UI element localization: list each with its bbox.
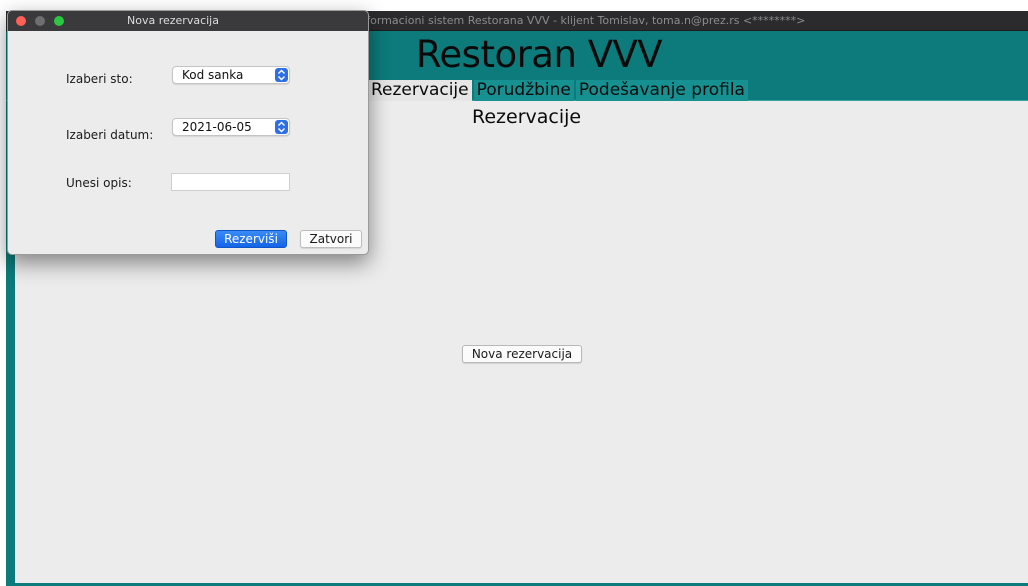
tab-bar: Rezervacije Porudžbine Podešavanje profi… — [368, 80, 750, 101]
updown-arrows-icon — [275, 120, 288, 134]
tab-rezervacije[interactable]: Rezervacije — [368, 80, 472, 101]
new-reservation-button[interactable]: Nova rezervacija — [462, 345, 582, 363]
reserve-button[interactable]: Rezerviši — [215, 230, 287, 248]
tab-porudzbine[interactable]: Porudžbine — [473, 80, 574, 101]
table-label: Izaberi sto: — [66, 72, 133, 86]
section-title: Rezervacije — [472, 106, 582, 128]
date-select[interactable]: 2021-06-05 — [172, 118, 290, 136]
description-label: Unesi opis: — [66, 176, 132, 190]
table-select[interactable]: Kod sanka — [172, 66, 290, 84]
tab-podesavanje-profila[interactable]: Podešavanje profila — [575, 80, 748, 101]
dialog-titlebar[interactable]: Nova rezervacija — [8, 11, 368, 31]
date-label: Izaberi datum: — [66, 128, 154, 142]
dialog-title: Nova rezervacija — [127, 14, 219, 27]
description-input[interactable] — [171, 173, 290, 191]
main-window-title: Informacioni sistem Restorana VVV - klij… — [356, 14, 806, 27]
updown-arrows-icon — [275, 68, 288, 82]
table-select-value: Kod sanka — [182, 68, 244, 82]
new-reservation-dialog: Nova rezervacija Izaberi sto: Kod sanka … — [7, 10, 369, 255]
close-button[interactable]: Zatvori — [300, 230, 362, 248]
date-select-value: 2021-06-05 — [182, 120, 252, 134]
